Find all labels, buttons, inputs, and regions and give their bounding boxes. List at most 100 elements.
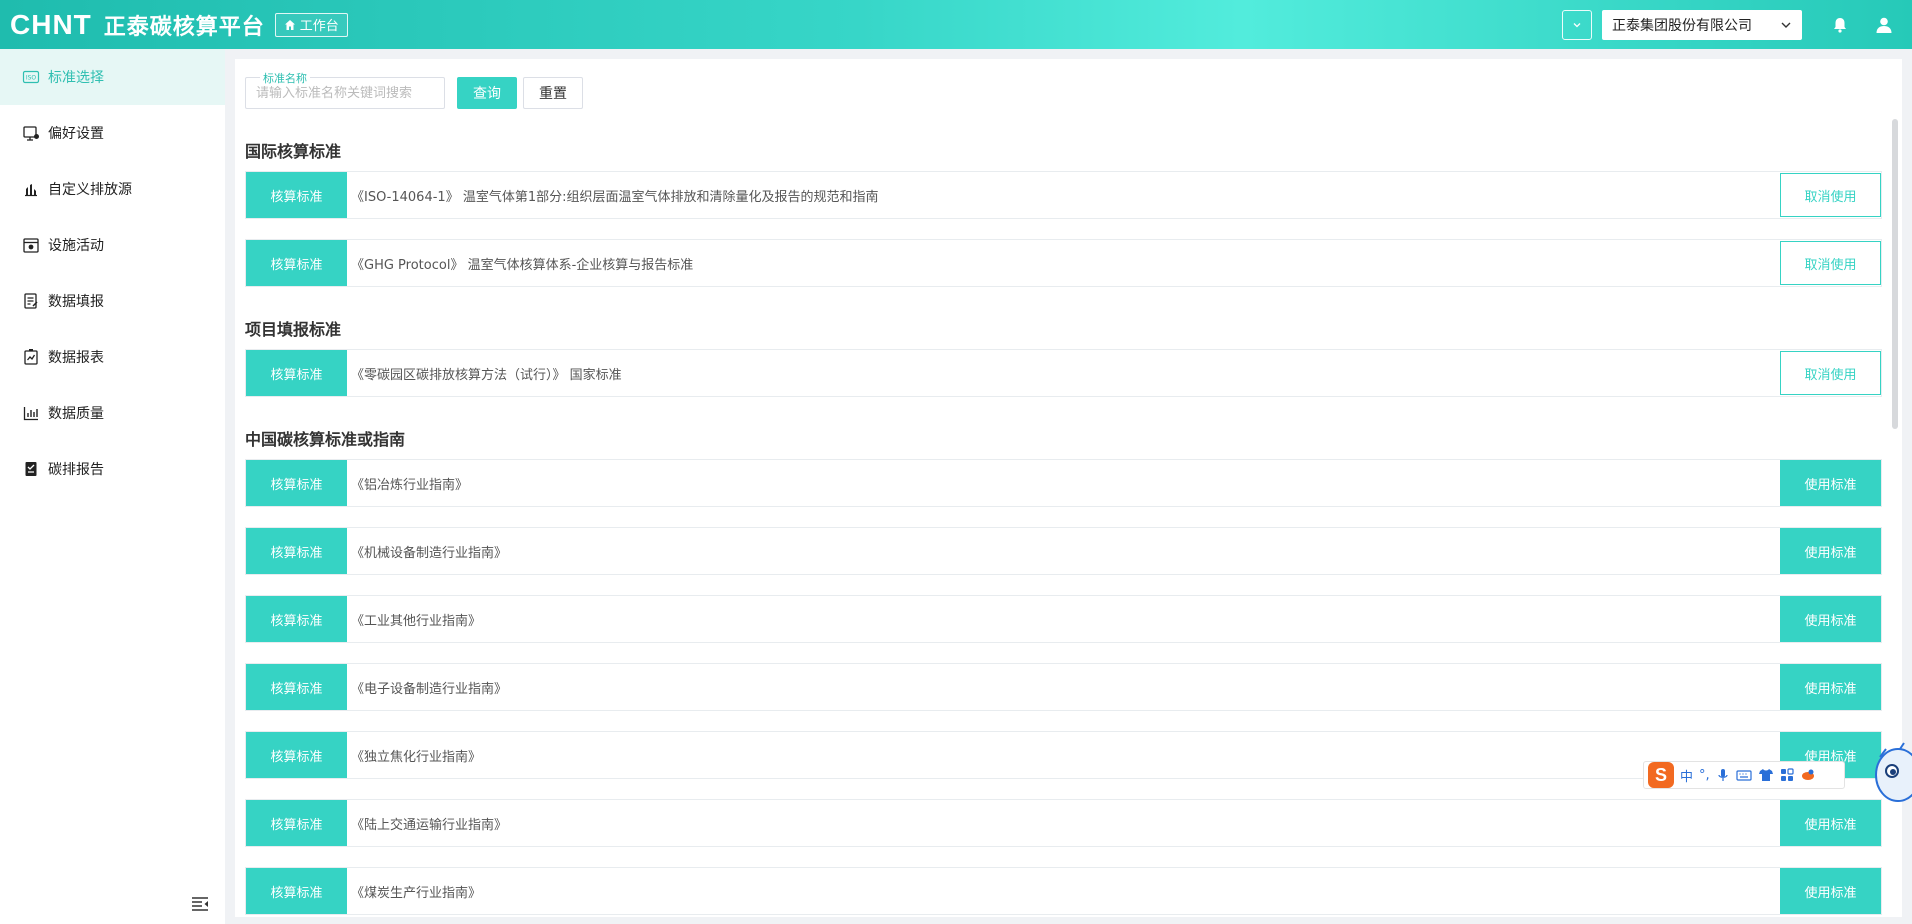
sidebar-item-label: 碳排报告 — [48, 462, 104, 478]
bell-icon — [1834, 17, 1846, 33]
notification-button[interactable] — [1818, 0, 1862, 49]
use-standard-button[interactable]: 使用标准 — [1780, 800, 1881, 846]
workbench-button[interactable]: 工作台 — [274, 12, 348, 37]
top-header: CHNT 正泰碳核算平台 工作台 正泰集团股份有限公司 — [0, 0, 1912, 49]
standard-row: 核算标准 《独立焦化行业指南》 使用标准 — [245, 731, 1882, 779]
standard-tag: 核算标准 — [246, 664, 347, 710]
facility-icon — [23, 238, 39, 253]
reset-button[interactable]: 重置 — [523, 77, 583, 109]
microphone-icon[interactable] — [1716, 768, 1730, 782]
sidebar-item-data-report[interactable]: 数据报表 — [0, 329, 225, 385]
standard-row: 核算标准 《机械设备制造行业指南》 使用标准 — [245, 527, 1882, 575]
standard-row: 核算标准 《零碳园区碳排放核算方法（试行）》 国家标准 取消使用 — [245, 349, 1882, 397]
sidebar-item-label: 数据质量 — [48, 406, 104, 422]
use-standard-button[interactable]: 使用标准 — [1780, 664, 1881, 710]
sogou-logo-icon[interactable]: S — [1648, 762, 1674, 788]
standard-tag: 核算标准 — [246, 460, 347, 506]
skin-shirt-icon[interactable] — [1758, 768, 1774, 782]
workbench-label: 工作台 — [299, 19, 339, 34]
svg-text:ISO: ISO — [26, 75, 37, 82]
report-chart-icon — [24, 349, 38, 365]
standard-tag: 核算标准 — [246, 732, 347, 778]
ime-punctuation-toggle[interactable]: °, — [1699, 768, 1710, 783]
standard-tag: 核算标准 — [246, 868, 347, 914]
menu-fold-icon[interactable] — [191, 896, 209, 912]
section-title-project: 项目填报标准 — [245, 320, 342, 339]
query-button[interactable]: 查询 — [457, 77, 517, 109]
standard-name: 《独立焦化行业指南》 — [351, 749, 482, 765]
cancel-use-button[interactable]: 取消使用 — [1780, 351, 1881, 395]
sidebar-item-carbon-report[interactable]: 碳排报告 — [0, 441, 225, 497]
sidebar-item-label: 设施活动 — [48, 238, 104, 254]
standard-name: 《铝冶炼行业指南》 — [351, 477, 469, 493]
standard-name: 《ISO-14064-1》 温室气体第1部分:组织层面温室气体排放和清除量化及报… — [351, 189, 879, 205]
iso-icon: ISO — [22, 70, 40, 84]
standard-name: 《零碳园区碳排放核算方法（试行）》 国家标准 — [351, 367, 622, 383]
standard-tag: 核算标准 — [246, 172, 347, 218]
grid-apps-icon[interactable] — [1780, 768, 1794, 782]
ime-mascot-icon[interactable] — [1870, 735, 1912, 810]
search-bar: 标准名称 查询 重置 — [245, 70, 583, 109]
cancel-use-button[interactable]: 取消使用 — [1780, 241, 1881, 285]
standard-name: 《煤炭生产行业指南》 — [351, 885, 482, 901]
sidebar-item-custom-emission-source[interactable]: 自定义排放源 — [0, 161, 225, 217]
ime-toolbar[interactable]: S 中 °, — [1643, 761, 1845, 789]
standard-name: 《电子设备制造行业指南》 — [351, 681, 508, 697]
header-collapse-button[interactable] — [1562, 9, 1592, 40]
standard-row: 核算标准 《ISO-14064-1》 温室气体第1部分:组织层面温室气体排放和清… — [245, 171, 1882, 219]
standard-tag: 核算标准 — [246, 528, 347, 574]
standard-name-field: 标准名称 — [245, 70, 445, 109]
use-standard-button[interactable]: 使用标准 — [1780, 528, 1881, 574]
standard-tag: 核算标准 — [246, 800, 347, 846]
sidebar-item-label: 自定义排放源 — [48, 182, 132, 198]
home-icon — [284, 19, 295, 30]
use-standard-button[interactable]: 使用标准 — [1780, 868, 1881, 914]
standard-name-label: 标准名称 — [260, 70, 310, 86]
sidebar: ISO 标准选择 偏好设置 自定义排放源 设施活动 数据填报 数据报表 数据质量… — [0, 49, 225, 924]
preference-icon — [23, 126, 39, 141]
mascot-small-icon[interactable] — [1800, 768, 1816, 782]
standard-row: 核算标准 《电子设备制造行业指南》 使用标准 — [245, 663, 1882, 711]
standard-row: 核算标准 《陆上交通运输行业指南》 使用标准 — [245, 799, 1882, 847]
standard-name: 《陆上交通运输行业指南》 — [351, 817, 508, 833]
standard-tag: 核算标准 — [246, 240, 347, 286]
standard-tag: 核算标准 — [246, 596, 347, 642]
use-standard-button[interactable]: 使用标准 — [1780, 460, 1881, 506]
sidebar-item-label: 数据填报 — [48, 294, 104, 310]
bar-chart-icon — [23, 407, 38, 421]
chnt-logo: CHNT — [10, 8, 92, 40]
use-standard-button[interactable]: 使用标准 — [1780, 596, 1881, 642]
user-button[interactable] — [1862, 0, 1906, 49]
section-title-china: 中国碳核算标准或指南 — [245, 430, 406, 449]
sidebar-item-preferences[interactable]: 偏好设置 — [0, 105, 225, 161]
cancel-use-button[interactable]: 取消使用 — [1780, 173, 1881, 217]
ime-mode-toggle[interactable]: 中 — [1680, 766, 1693, 785]
standard-row: 核算标准 《铝冶炼行业指南》 使用标准 — [245, 459, 1882, 507]
sidebar-item-label: 标准选择 — [48, 70, 104, 86]
chevron-down-icon — [1781, 22, 1791, 28]
section-title-international: 国际核算标准 — [245, 142, 342, 161]
document-icon — [25, 462, 37, 476]
emission-source-icon — [25, 184, 37, 197]
standards-list: 国际核算标准 核算标准 《ISO-14064-1》 温室气体第1部分:组织层面温… — [245, 123, 1882, 917]
user-icon — [1876, 17, 1892, 33]
form-icon — [24, 293, 38, 309]
sidebar-item-data-entry[interactable]: 数据填报 — [0, 273, 225, 329]
chevron-down-icon — [1573, 22, 1581, 27]
standard-tag: 核算标准 — [246, 350, 347, 396]
standard-name: 《GHG Protocol》 温室气体核算体系-企业核算与报告标准 — [351, 257, 694, 273]
sidebar-item-data-quality[interactable]: 数据质量 — [0, 385, 225, 441]
standard-name: 《工业其他行业指南》 — [351, 613, 482, 629]
standard-row: 核算标准 《工业其他行业指南》 使用标准 — [245, 595, 1882, 643]
sidebar-item-label: 数据报表 — [48, 350, 104, 366]
app-title: 正泰碳核算平台 — [103, 14, 265, 40]
sidebar-item-label: 偏好设置 — [48, 126, 104, 142]
sidebar-item-standard-selection[interactable]: ISO 标准选择 — [0, 49, 225, 105]
company-select[interactable]: 正泰集团股份有限公司 — [1602, 9, 1802, 40]
vertical-scrollbar[interactable] — [1892, 119, 1898, 429]
standard-row: 核算标准 《煤炭生产行业指南》 使用标准 — [245, 867, 1882, 915]
standard-row: 核算标准 《GHG Protocol》 温室气体核算体系-企业核算与报告标准 取… — [245, 239, 1882, 287]
keyboard-icon[interactable] — [1736, 768, 1752, 782]
sidebar-item-facility-activity[interactable]: 设施活动 — [0, 217, 225, 273]
company-select-value: 正泰集团股份有限公司 — [1612, 17, 1752, 34]
